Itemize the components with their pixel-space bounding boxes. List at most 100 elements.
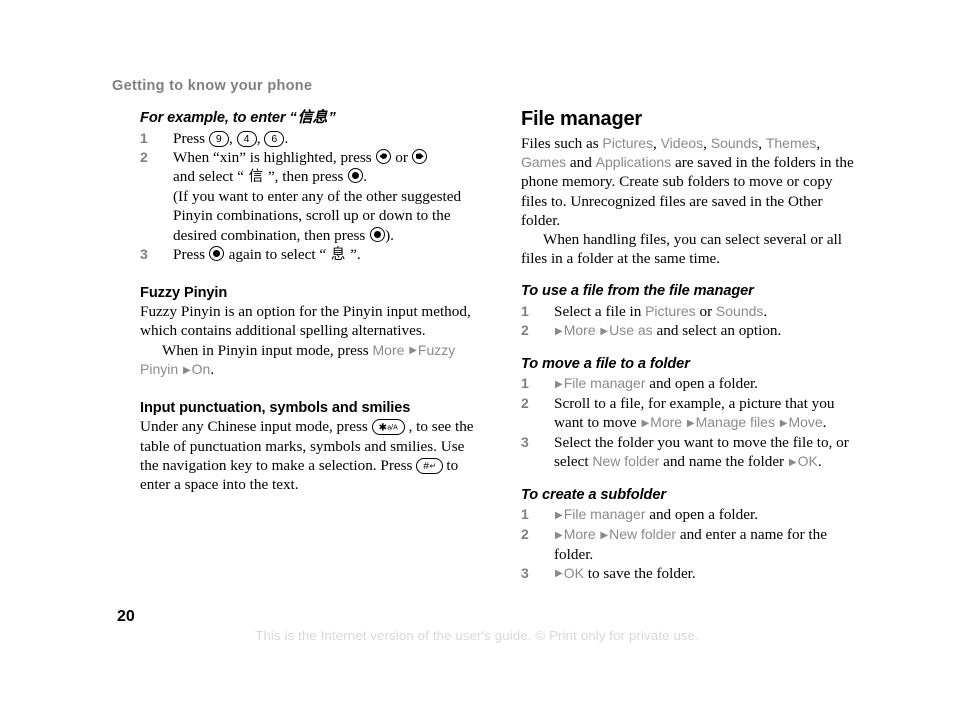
ui-term-use-as: Use as: [609, 322, 653, 339]
step-text: and select an option.: [652, 322, 782, 340]
step-text: When “xin” is highlighted, press: [173, 148, 376, 166]
example-heading-suffix: ”: [328, 110, 336, 126]
step-text-tail: .: [284, 129, 289, 147]
step-number: 2: [521, 526, 529, 543]
step-text: again to select “: [224, 245, 330, 263]
step-text: to save the folder.: [583, 564, 696, 582]
step-text: .: [822, 414, 827, 432]
instruction-prefix: When in Pinyin input mode, press: [162, 341, 373, 359]
step-text: ”.: [346, 245, 361, 263]
step-text-or: or: [391, 148, 412, 166]
list-item: 1 Select a file in Pictures or Sounds.: [521, 302, 861, 321]
ui-term-sounds: Sounds: [710, 135, 759, 151]
file-manager-intro: Files such as Pictures, Videos, Sounds, …: [521, 135, 854, 229]
step-text: and select “: [173, 167, 248, 185]
ui-term-file-manager: File manager: [563, 375, 646, 392]
list-item: 1 ▶File manager and open a folder.: [521, 505, 861, 525]
arrow-icon: ▶: [555, 568, 563, 580]
ui-term-more: More: [563, 526, 596, 543]
fuzzy-pinyin-instruction: When in Pinyin input mode, press More ▶F…: [140, 341, 480, 380]
step-number: 1: [521, 302, 529, 319]
fuzzy-pinyin-paragraph: Fuzzy Pinyin is an option for the Pinyin…: [140, 303, 471, 340]
punctuation-paragraph: Under any Chinese input mode, press ✱a/A…: [140, 417, 480, 494]
step-text: and open a folder.: [645, 506, 759, 524]
step-note: (If you want to enter any of the other s…: [173, 187, 480, 245]
ui-term-on: On: [191, 361, 211, 378]
list-item: 1 Press 9, 4, 6.: [140, 129, 289, 147]
list-item: 3 Press again to select “ 息 ”.: [140, 245, 480, 265]
procedure-heading-use-file: To use a file from the file manager: [521, 283, 754, 300]
ui-term-applications: Applications: [595, 154, 672, 171]
fuzzy-pinyin-heading: Fuzzy Pinyin: [140, 284, 228, 301]
ui-term-manage-files: Manage files: [695, 414, 775, 431]
footer-note: This is the Internet version of the user…: [255, 628, 699, 643]
step-text: .: [817, 453, 822, 471]
ui-term-move: Move: [788, 414, 823, 431]
ui-term-ok: OK: [797, 453, 818, 470]
procedure-steps-move-file: 1 ▶File manager and open a folder. 2 Scrol…: [521, 374, 861, 472]
file-manager-intro-2: When handling files, you can select seve…: [521, 231, 842, 268]
arrow-icon: ▶: [555, 509, 563, 521]
left-column: For example, to enter “信息” 1 Press 9, 4, …: [140, 108, 480, 494]
ui-term-new-folder: New folder: [592, 453, 660, 470]
step-note-tail: ).: [385, 226, 394, 244]
list-item: 3 ▶OK to save the folder.: [521, 564, 861, 584]
navigation-left-icon: [375, 148, 391, 164]
ui-term-more: More: [563, 322, 596, 339]
example-heading-prefix: For example, to enter “: [140, 110, 297, 126]
arrow-icon: ▶: [641, 417, 650, 429]
ui-term-ok: OK: [563, 564, 584, 581]
ui-term-new-folder: New folder: [609, 526, 677, 543]
select-key-icon: [347, 167, 363, 183]
keypad-key-6: 6: [264, 130, 285, 147]
right-column: File manager Files such as Pictures, Vid…: [521, 108, 861, 584]
instruction-suffix: .: [210, 361, 215, 379]
example-heading: For example, to enter “信息”: [140, 108, 480, 128]
select-key-icon: [209, 245, 225, 261]
return-symbol-icon: ↵: [429, 461, 436, 471]
ui-term-file-manager: File manager: [563, 506, 646, 523]
example-step-list: 1 Press 9, 4, 6. 2 When “xin” is highlight…: [140, 129, 480, 265]
ui-term-sounds: Sounds: [715, 302, 764, 319]
step-text: Press: [173, 129, 209, 147]
step-text: ”, then press: [264, 167, 348, 185]
arrow-icon: ▶: [600, 529, 609, 541]
arrow-icon: ▶: [182, 364, 191, 376]
step-text: .: [363, 167, 368, 185]
step-number: 1: [521, 375, 529, 392]
arrow-icon: ▶: [779, 417, 788, 429]
procedure-heading-create-subfolder: To create a subfolder: [521, 486, 666, 503]
list-item: 2 ▶More ▶Use as and select an option.: [521, 321, 861, 341]
step-number: 2: [140, 148, 148, 165]
example-heading-cjk: 信息: [297, 108, 328, 126]
step-subline: and select “ 信 ”, then press .: [173, 167, 480, 187]
step-cjk-xi: 息: [330, 246, 346, 263]
keypad-key-4: 4: [236, 130, 257, 147]
step-number: 3: [140, 245, 148, 262]
ui-term-themes: Themes: [765, 135, 817, 151]
ui-term-pictures: Pictures: [602, 135, 653, 151]
ui-term-more: More: [372, 341, 405, 358]
arrow-icon: ▶: [555, 529, 563, 541]
step-note-text: (If you want to enter any of the other s…: [173, 188, 462, 244]
step-text: and name the folder: [659, 453, 788, 471]
arrow-icon: ▶: [788, 456, 797, 468]
page-title: File manager: [521, 108, 642, 130]
step-text: and open a folder.: [645, 375, 759, 393]
select-key-icon: [369, 226, 385, 242]
step-text: or: [695, 302, 716, 320]
keypad-key-star: ✱a/A: [371, 419, 405, 436]
punctuation-heading: Input punctuation, symbols and smilies: [140, 400, 411, 417]
step-number: 3: [521, 433, 529, 450]
list-item: 2 When “xin” is highlighted, press or and…: [140, 148, 480, 245]
list-item: 2 Scroll to a file, for example, a pictur…: [521, 394, 861, 433]
list-item: 1 ▶File manager and open a folder.: [521, 374, 861, 394]
list-item: 3 Select the folder you want to move the …: [521, 433, 861, 472]
arrow-icon: ▶: [555, 378, 563, 390]
procedure-steps-create-subfolder: 1 ▶File manager and open a folder. 2 ▶More…: [521, 505, 861, 583]
ui-term-pictures: Pictures: [645, 302, 696, 319]
